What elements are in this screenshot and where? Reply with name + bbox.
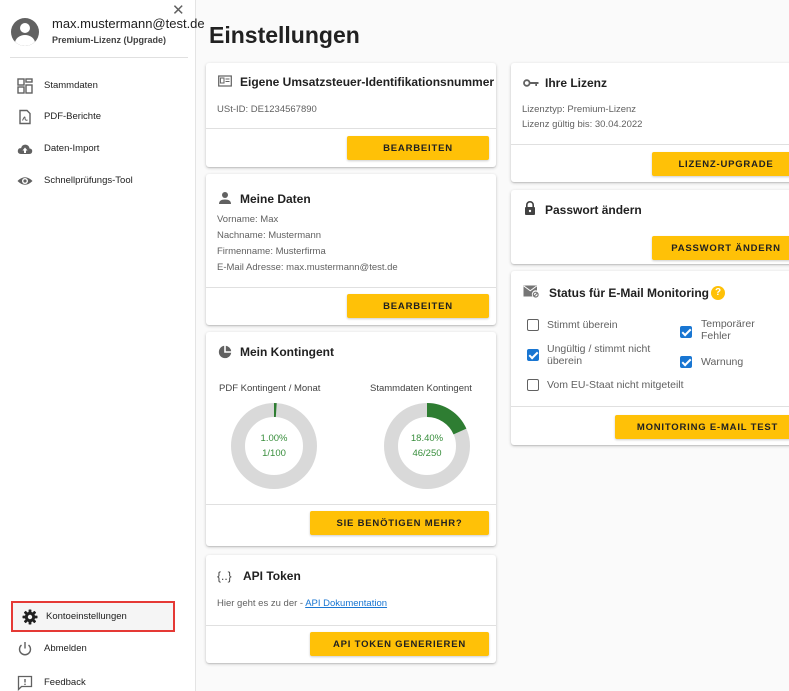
license-upgrade-link[interactable]: Premium-Lizenz (Upgrade) xyxy=(52,35,166,45)
edit-vat-button[interactable]: BEARBEITEN xyxy=(347,136,489,160)
key-icon xyxy=(523,79,539,87)
pdf-quota-percent: 1.00% xyxy=(260,433,288,444)
first-name: Vorname: Max xyxy=(217,214,279,225)
sidebar-item-kontoeinstellungen[interactable]: Kontoeinstellungen xyxy=(11,601,175,632)
email-monitoring-card: Status für E-Mail Monitoring ? Stimmt üb… xyxy=(511,271,789,445)
gear-icon xyxy=(22,609,38,625)
cloud-upload-icon xyxy=(17,144,33,154)
grid-icon xyxy=(17,78,33,94)
sidebar-item-label: Kontoeinstellungen xyxy=(46,611,127,622)
help-icon[interactable]: ? xyxy=(711,286,725,300)
pie-chart-icon xyxy=(218,345,232,359)
sidebar-item-label: Abmelden xyxy=(44,643,87,654)
api-doc-text: Hier geht es zu der - API Dokumentation xyxy=(217,597,387,610)
my-data-card: Meine Daten Vorname: Max Nachname: Muste… xyxy=(206,174,496,325)
sidebar-item-abmelden[interactable]: Abmelden xyxy=(0,634,196,664)
checkbox-match[interactable] xyxy=(527,319,539,331)
card-title: Status für E-Mail Monitoring xyxy=(549,286,709,300)
code-braces-icon: {..} xyxy=(217,569,232,583)
avatar xyxy=(11,18,39,46)
need-more-button[interactable]: SIE BENÖTIGEN MEHR? xyxy=(310,511,489,535)
close-icon[interactable]: ✕ xyxy=(172,3,185,18)
pdf-icon xyxy=(19,109,31,125)
generate-api-token-button[interactable]: API TOKEN GENERIEREN xyxy=(310,632,489,656)
checkbox-temporary-error[interactable] xyxy=(680,326,692,338)
user-profile: max.mustermann@test.de Premium-Lizenz (U… xyxy=(0,0,205,56)
sidebar-item-label: Feedback xyxy=(44,677,86,688)
pdf-quota-count: 1/100 xyxy=(262,448,286,459)
power-icon xyxy=(18,642,32,656)
sidebar-item-daten-import[interactable]: Daten-Import xyxy=(0,134,196,164)
api-doc-link[interactable]: API Dokumentation xyxy=(305,598,387,609)
person-icon xyxy=(219,192,231,204)
checkbox-label: Vom EU-Staat nicht mitgeteilt xyxy=(547,379,684,391)
master-data-quota-label: Stammdaten Kontingent xyxy=(370,383,472,394)
divider xyxy=(206,287,496,288)
license-upgrade-button[interactable]: LIZENZ-UPGRADE xyxy=(652,152,789,176)
lock-icon xyxy=(525,201,535,215)
eye-icon xyxy=(17,177,33,185)
card-title: Mein Kontingent xyxy=(240,345,334,359)
card-title: Eigene Umsatzsteuer-Identifikationsnumme… xyxy=(240,75,495,89)
feedback-icon xyxy=(17,675,33,691)
sidebar-item-pdf-berichte[interactable]: PDF-Berichte xyxy=(0,102,196,132)
sidebar-item-stammdaten[interactable]: Stammdaten xyxy=(0,71,196,101)
divider xyxy=(511,406,789,407)
password-card: Passwort ändern PASSWORT ÄNDERN xyxy=(511,190,789,264)
gauge-fill xyxy=(426,403,467,435)
company-name: Firmenname: Musterfirma xyxy=(217,246,326,257)
api-token-card: {..} API Token Hier geht es zu der - API… xyxy=(206,555,496,663)
master-data-quota-count: 46/250 xyxy=(412,448,442,459)
quota-card: Mein Kontingent PDF Kontingent / Monat 1… xyxy=(206,332,496,546)
mail-settings-icon xyxy=(523,285,539,298)
sidebar-item-label: Stammdaten xyxy=(44,80,98,91)
pdf-quota-label: PDF Kontingent / Monat xyxy=(219,383,321,394)
card-title: API Token xyxy=(243,569,301,583)
master-data-quota-percent: 18.40% xyxy=(410,433,444,444)
divider xyxy=(10,57,188,58)
checkbox-warning[interactable] xyxy=(680,356,692,368)
vat-id-value: USt-ID: DE1234567890 xyxy=(217,104,317,115)
checkbox-not-reported[interactable] xyxy=(527,379,539,391)
page-title: Einstellungen xyxy=(209,22,360,48)
divider xyxy=(511,144,789,145)
edit-my-data-button[interactable]: BEARBEITEN xyxy=(347,294,489,318)
sidebar: max.mustermann@test.de Premium-Lizenz (U… xyxy=(0,0,205,691)
card-title: Meine Daten xyxy=(240,192,311,206)
checkbox-label: Stimmt überein xyxy=(547,319,618,331)
sidebar-item-label: PDF-Berichte xyxy=(44,111,102,122)
api-doc-prefix: Hier geht es zu der - xyxy=(217,598,306,609)
card-title: Passwort ändern xyxy=(545,203,642,217)
sidebar-item-label: Daten-Import xyxy=(44,143,100,154)
last-name: Nachname: Mustermann xyxy=(217,230,322,241)
checkbox-label: Warnung xyxy=(701,356,744,368)
sidebar-item-feedback[interactable]: Feedback xyxy=(0,668,196,691)
license-valid-until: Lizenz gültig bis: 30.04.2022 xyxy=(522,119,643,130)
divider xyxy=(206,504,496,505)
email-address: E-Mail Adresse: max.mustermann@test.de xyxy=(217,262,398,273)
license-type: Lizenztyp: Premium-Lizenz xyxy=(522,104,637,115)
id-card-icon xyxy=(218,75,232,87)
sidebar-item-schnellpruefung[interactable]: Schnellprüfungs-Tool xyxy=(0,166,196,196)
checkbox-label: Temporärer Fehler xyxy=(701,318,755,342)
divider xyxy=(206,625,496,626)
checkbox-label: Ungültig / stimmt nicht überein xyxy=(547,343,651,367)
divider xyxy=(206,128,496,129)
change-password-button[interactable]: PASSWORT ÄNDERN xyxy=(652,236,789,260)
card-title: Ihre Lizenz xyxy=(545,76,608,90)
license-card: Ihre Lizenz Lizenztyp: Premium-Lizenz Li… xyxy=(511,63,789,182)
sidebar-item-label: Schnellprüfungs-Tool xyxy=(44,175,133,186)
monitoring-email-test-button[interactable]: MONITORING E-MAIL TEST xyxy=(615,415,789,439)
checkbox-invalid[interactable] xyxy=(527,349,539,361)
vat-id-card: Eigene Umsatzsteuer-Identifikationsnumme… xyxy=(206,63,496,167)
